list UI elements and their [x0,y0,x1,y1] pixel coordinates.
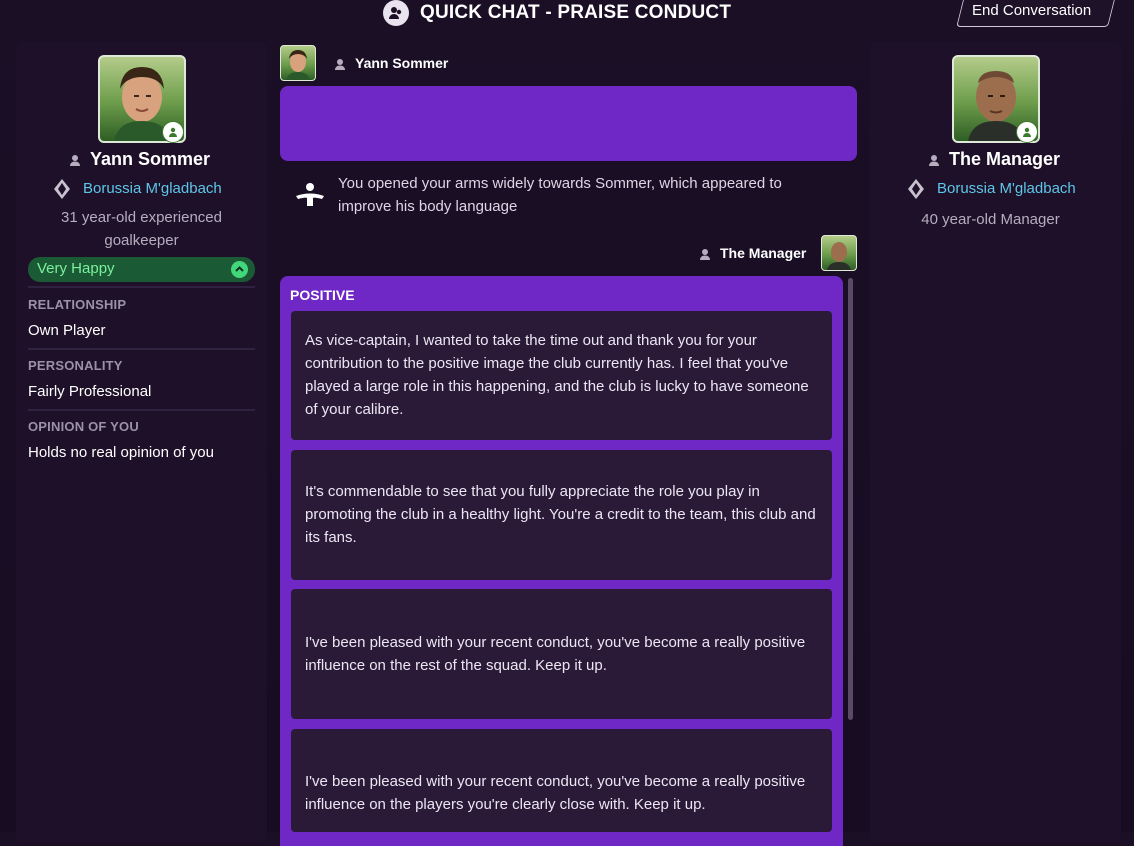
player-person-icon [69,153,81,166]
manager-thumbnail [821,235,857,271]
options-scrollbar[interactable] [848,278,853,720]
opinion-label: OPINION OF YOU [28,419,139,434]
player-badge-icon [162,121,184,143]
divider [28,286,255,288]
player-name[interactable]: Yann Sommer [90,149,210,170]
happiness-label: Very Happy [37,260,115,277]
player-club-crest-icon [54,179,70,199]
end-conversation-label[interactable]: End Conversation [972,2,1091,19]
player-club-link[interactable]: Borussia M'gladbach [83,180,222,197]
response-option[interactable]: I've been pleased with your recent condu… [291,589,832,719]
personality-value: Fairly Professional [28,383,152,400]
relationship-label: RELATIONSHIP [28,297,127,312]
response-option[interactable]: It's commendable to see that you fully a… [291,450,832,580]
options-category-label: POSITIVE [290,287,355,303]
happy-chevron-up-icon [231,261,248,278]
body-language-text: You opened your arms widely towards Somm… [338,175,782,215]
player-speech-bubble [280,86,857,161]
quick-chat-icon [383,0,409,26]
player-speaker-name: Yann Sommer [355,55,449,71]
response-option[interactable]: As vice-captain, I wanted to take the ti… [291,311,832,440]
response-option-text: It's commendable to see that you fully a… [305,483,816,546]
manager-person-icon [928,153,940,166]
divider [28,348,255,350]
manager-name[interactable]: The Manager [949,149,1060,170]
page-title: QUICK CHAT - PRAISE CONDUCT [420,2,732,23]
opinion-value: Holds no real opinion of you [28,444,214,461]
player-thumbnail [280,45,316,81]
response-option-text: I've been pleased with your recent condu… [305,634,806,674]
manager-speaker-person-icon [699,247,711,260]
divider [28,409,255,411]
response-option-text: I've been pleased with your recent condu… [305,773,806,813]
manager-speaker-name: The Manager [720,245,807,261]
manager-club-crest-icon [908,179,924,199]
manager-description: 40 year-old Manager [921,211,1060,228]
manager-badge-icon [1016,121,1038,143]
manager-club-link[interactable]: Borussia M'gladbach [937,180,1076,197]
personality-label: PERSONALITY [28,358,123,373]
body-language-icon [294,180,326,212]
response-option[interactable]: I've been pleased with your recent condu… [291,729,832,832]
player-description: 31 year-old experienced goalkeeper [61,209,222,249]
relationship-value: Own Player [28,322,106,339]
response-option-text: As vice-captain, I wanted to take the ti… [305,332,809,418]
speaker-person-icon [334,57,346,70]
